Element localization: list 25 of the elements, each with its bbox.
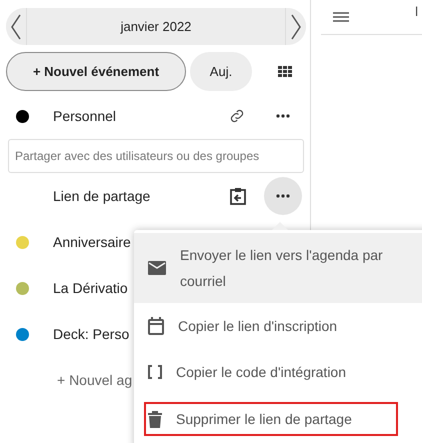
grid-icon[interactable] [278, 66, 292, 77]
menu-item[interactable]: Supprimer le lien de partage [143, 401, 399, 437]
menu-item[interactable]: Envoyer le lien vers l'agenda par courriel [134, 233, 422, 303]
envelope-icon [148, 261, 166, 275]
menu-icon[interactable] [333, 11, 349, 23]
new-calendar-link[interactable]: + Nouvel ag [16, 372, 132, 388]
more-icon [276, 194, 290, 198]
calendar-icon [148, 317, 164, 335]
menu-item[interactable]: Copier le code d'intégration [134, 349, 422, 395]
trash-icon [148, 410, 162, 428]
share-link-label: Lien de partage [52, 188, 152, 204]
next-month-button[interactable] [286, 8, 306, 45]
today-button[interactable]: Auj. [190, 52, 252, 91]
chevron-right-icon [290, 14, 302, 40]
calendar-name[interactable]: Personnel [53, 108, 228, 124]
chevron-left-icon [10, 14, 22, 40]
clipboard-icon[interactable] [230, 187, 246, 205]
menu-item[interactable]: Copier le lien d'inscription [134, 303, 422, 349]
previous-month-button[interactable] [6, 8, 26, 45]
new-event-button[interactable]: + Nouvel événement [6, 52, 186, 91]
share-input-field[interactable]: Partager avec des utilisateurs ou des groupes [8, 139, 304, 173]
link-icon[interactable] [228, 107, 246, 125]
brackets-icon [148, 365, 162, 379]
column-header: l [415, 4, 418, 18]
more-icon [276, 114, 290, 118]
